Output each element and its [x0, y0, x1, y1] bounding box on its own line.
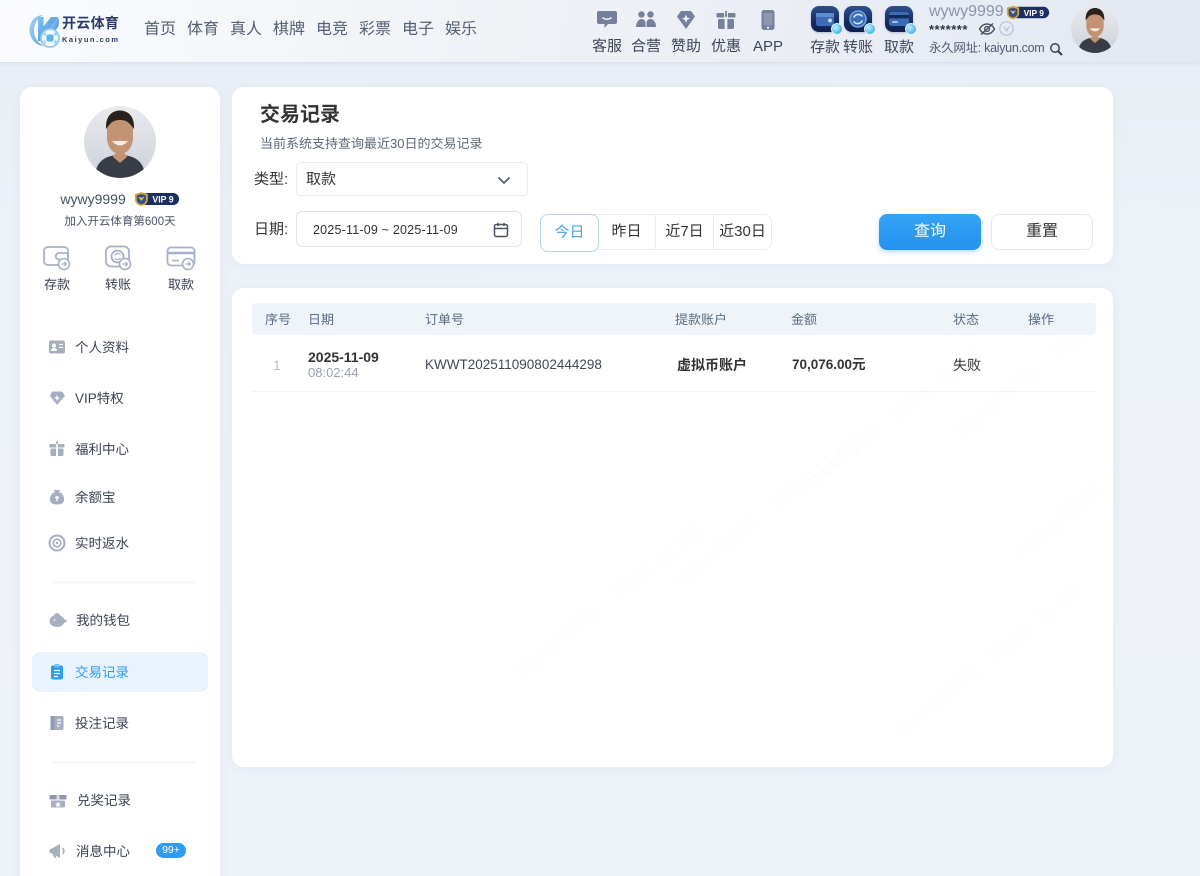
svg-text:VIP 9: VIP 9	[1024, 8, 1045, 18]
svg-text:VIP 9: VIP 9	[152, 194, 173, 204]
